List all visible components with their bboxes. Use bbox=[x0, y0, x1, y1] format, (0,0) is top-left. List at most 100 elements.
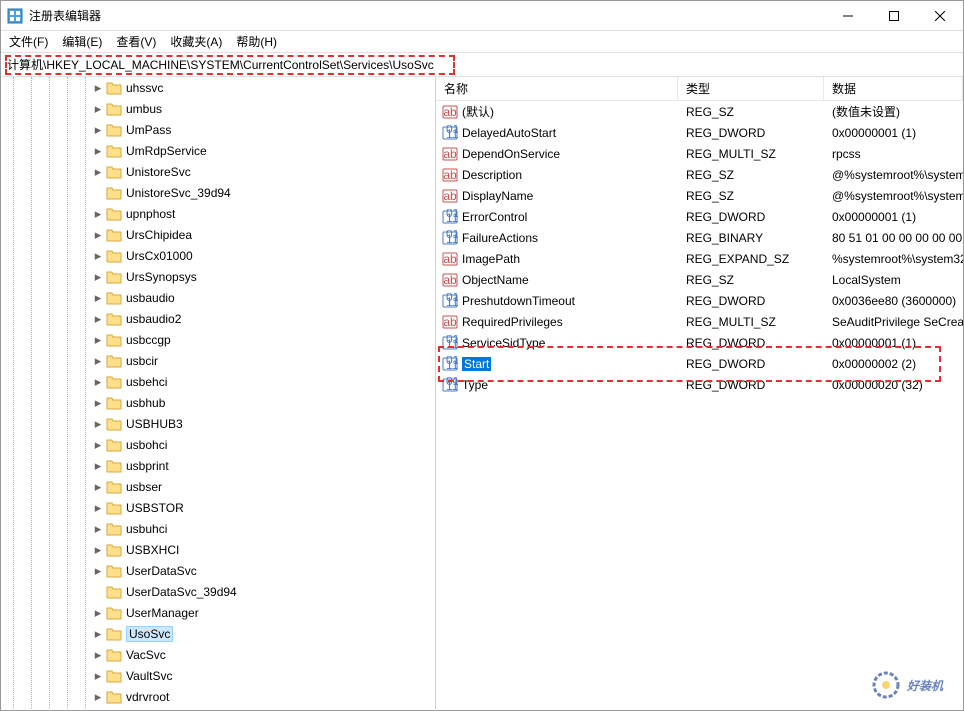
tree-item[interactable]: ▸usbuhci bbox=[1, 518, 435, 539]
tree-item[interactable]: ▸UrsCx01000 bbox=[1, 245, 435, 266]
tree-item[interactable]: ▸VacSvc bbox=[1, 644, 435, 665]
value-row[interactable]: 011110StartREG_DWORD0x00000002 (2) bbox=[436, 353, 963, 374]
values-body[interactable]: ab(默认)REG_SZ(数值未设置)011110DelayedAutoStar… bbox=[436, 101, 963, 711]
tree-expand-icon[interactable]: ▸ bbox=[90, 269, 106, 285]
tree-item[interactable]: ▸usbaudio2 bbox=[1, 308, 435, 329]
value-row[interactable]: 011110ErrorControlREG_DWORD0x00000001 (1… bbox=[436, 206, 963, 227]
tree-expand-icon[interactable]: ▸ bbox=[90, 374, 106, 390]
tree-expand-icon[interactable]: ▸ bbox=[90, 290, 106, 306]
reg-binary-icon: 011110 bbox=[442, 377, 458, 393]
tree-expand-icon[interactable]: ▸ bbox=[90, 143, 106, 159]
value-row[interactable]: abObjectNameREG_SZLocalSystem bbox=[436, 269, 963, 290]
tree-expand-icon[interactable]: ▸ bbox=[90, 80, 106, 96]
tree-panel[interactable]: ▸uhssvc▸umbus▸UmPass▸UmRdpService▸Unisto… bbox=[1, 77, 436, 711]
tree-item[interactable]: ▸usbaudio bbox=[1, 287, 435, 308]
tree-item[interactable]: ▸UrsSynopsys bbox=[1, 266, 435, 287]
menu-help[interactable]: 帮助(H) bbox=[236, 33, 277, 50]
tree-item[interactable]: ▸umbus bbox=[1, 98, 435, 119]
tree-item[interactable]: ▸UrsChipidea bbox=[1, 224, 435, 245]
tree-expand-icon[interactable]: ▸ bbox=[90, 521, 106, 537]
folder-icon bbox=[106, 627, 122, 641]
tree-expand-icon[interactable]: ▸ bbox=[90, 353, 106, 369]
tree-expand-icon[interactable]: ▸ bbox=[90, 668, 106, 684]
tree-item[interactable]: ▸VaultSvc bbox=[1, 665, 435, 686]
value-row[interactable]: 011110PreshutdownTimeoutREG_DWORD0x0036e… bbox=[436, 290, 963, 311]
value-name: Start bbox=[462, 357, 491, 371]
tree-expand-icon[interactable]: ▸ bbox=[90, 248, 106, 264]
tree-item[interactable]: ▸usbhub bbox=[1, 392, 435, 413]
tree-expand-icon[interactable]: ▸ bbox=[90, 437, 106, 453]
reg-string-icon: ab bbox=[442, 272, 458, 288]
tree-item[interactable]: ▸UserDataSvc bbox=[1, 560, 435, 581]
tree-expand-icon[interactable]: ▸ bbox=[90, 647, 106, 663]
tree-expand-icon[interactable]: ▸ bbox=[90, 122, 106, 138]
tree-expand-icon[interactable]: ▸ bbox=[90, 311, 106, 327]
menu-file[interactable]: 文件(F) bbox=[9, 33, 48, 50]
tree-item[interactable]: ▸usbcir bbox=[1, 350, 435, 371]
tree-item[interactable]: ▸usbccgp bbox=[1, 329, 435, 350]
maximize-button[interactable] bbox=[871, 1, 917, 31]
value-row[interactable]: 011110ServiceSidTypeREG_DWORD0x00000001 … bbox=[436, 332, 963, 353]
value-data: @%systemroot%\system3 bbox=[824, 189, 963, 203]
close-button[interactable] bbox=[917, 1, 963, 31]
tree-item[interactable]: ▸upnphost bbox=[1, 203, 435, 224]
menu-edit[interactable]: 编辑(E) bbox=[62, 33, 102, 50]
tree-item[interactable]: ▸USBSTOR bbox=[1, 497, 435, 518]
tree-item[interactable]: ▸UmPass bbox=[1, 119, 435, 140]
value-row[interactable]: abDescriptionREG_SZ@%systemroot%\system3 bbox=[436, 164, 963, 185]
tree-expand-icon[interactable]: ▸ bbox=[90, 206, 106, 222]
svg-text:ab: ab bbox=[443, 189, 457, 203]
tree-item[interactable]: ▸vdrvroot bbox=[1, 686, 435, 707]
value-row[interactable]: 011110FailureActionsREG_BINARY80 51 01 0… bbox=[436, 227, 963, 248]
tree-item[interactable]: ▸usbehci bbox=[1, 371, 435, 392]
tree-item[interactable]: UnistoreSvc_39d94 bbox=[1, 182, 435, 203]
column-header-data[interactable]: 数据 bbox=[824, 77, 963, 100]
value-row[interactable]: abImagePathREG_EXPAND_SZ%systemroot%\sys… bbox=[436, 248, 963, 269]
tree-item[interactable]: ▸vds bbox=[1, 707, 435, 711]
tree-item[interactable]: UserDataSvc_39d94 bbox=[1, 581, 435, 602]
tree-expand-icon[interactable]: ▸ bbox=[90, 605, 106, 621]
tree-expand-icon[interactable]: ▸ bbox=[90, 101, 106, 117]
tree-item[interactable]: ▸uhssvc bbox=[1, 77, 435, 98]
svg-text:110: 110 bbox=[446, 127, 458, 141]
tree-expand-icon[interactable]: ▸ bbox=[90, 395, 106, 411]
value-row[interactable]: 011110TypeREG_DWORD0x00000020 (32) bbox=[436, 374, 963, 395]
tree-expand-icon[interactable]: ▸ bbox=[90, 227, 106, 243]
window-title: 注册表编辑器 bbox=[29, 7, 825, 24]
value-row[interactable]: abDisplayNameREG_SZ@%systemroot%\system3 bbox=[436, 185, 963, 206]
tree-item[interactable]: ▸UnistoreSvc bbox=[1, 161, 435, 182]
tree-item[interactable]: ▸USBHUB3 bbox=[1, 413, 435, 434]
tree-expand-icon[interactable]: ▸ bbox=[90, 479, 106, 495]
tree-expand-icon[interactable]: ▸ bbox=[90, 500, 106, 516]
tree-item[interactable]: ▸UmRdpService bbox=[1, 140, 435, 161]
column-header-type[interactable]: 类型 bbox=[678, 77, 824, 100]
minimize-button[interactable] bbox=[825, 1, 871, 31]
value-row[interactable]: abRequiredPrivilegesREG_MULTI_SZSeAuditP… bbox=[436, 311, 963, 332]
menu-view[interactable]: 查看(V) bbox=[116, 33, 156, 50]
value-data: 0x00000020 (32) bbox=[824, 378, 963, 392]
tree-item[interactable]: ▸usbser bbox=[1, 476, 435, 497]
tree-item[interactable]: ▸usbprint bbox=[1, 455, 435, 476]
value-row[interactable]: 011110DelayedAutoStartREG_DWORD0x0000000… bbox=[436, 122, 963, 143]
menu-favorites[interactable]: 收藏夹(A) bbox=[170, 33, 222, 50]
tree-item[interactable]: ▸usbohci bbox=[1, 434, 435, 455]
menubar: 文件(F) 编辑(E) 查看(V) 收藏夹(A) 帮助(H) bbox=[1, 31, 963, 53]
tree-expand-icon[interactable]: ▸ bbox=[90, 542, 106, 558]
tree-item[interactable]: ▸UserManager bbox=[1, 602, 435, 623]
address-input[interactable] bbox=[1, 56, 963, 74]
value-row[interactable]: ab(默认)REG_SZ(数值未设置) bbox=[436, 101, 963, 122]
tree-expand-icon[interactable]: ▸ bbox=[90, 164, 106, 180]
tree-expand-icon[interactable]: ▸ bbox=[90, 689, 106, 705]
tree-expand-icon[interactable]: ▸ bbox=[90, 458, 106, 474]
tree-item[interactable]: ▸UsoSvc bbox=[1, 623, 435, 644]
column-header-name[interactable]: 名称 bbox=[436, 77, 678, 100]
value-row[interactable]: abDependOnServiceREG_MULTI_SZrpcss bbox=[436, 143, 963, 164]
tree-expand-icon[interactable]: ▸ bbox=[90, 626, 106, 642]
tree-expand-icon[interactable]: ▸ bbox=[90, 563, 106, 579]
value-data: 0x00000002 (2) bbox=[824, 357, 963, 371]
folder-icon bbox=[106, 375, 122, 389]
folder-icon bbox=[106, 606, 122, 620]
tree-expand-icon[interactable]: ▸ bbox=[90, 332, 106, 348]
tree-item[interactable]: ▸USBXHCI bbox=[1, 539, 435, 560]
tree-expand-icon[interactable]: ▸ bbox=[90, 416, 106, 432]
